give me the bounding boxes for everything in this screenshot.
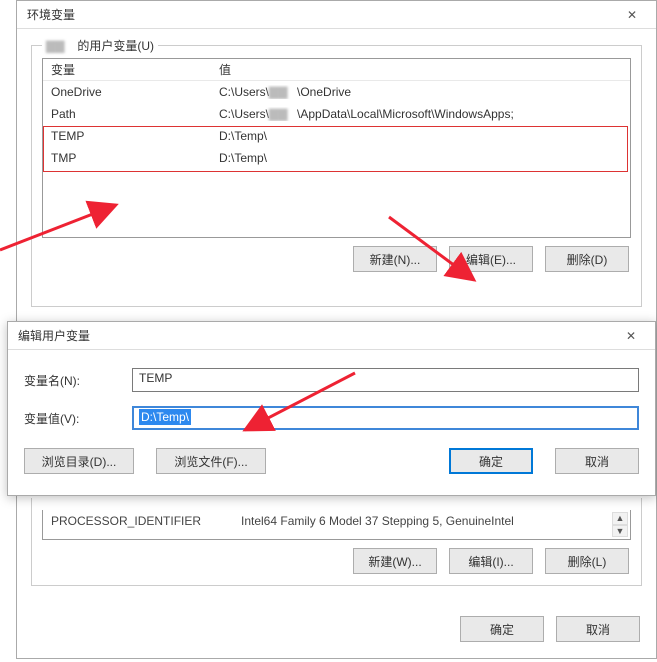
titlebar-main: 环境变量 ✕ [17, 1, 656, 29]
footer-buttons: 确定 取消 [460, 616, 640, 642]
cancel-button[interactable]: 取消 [556, 616, 640, 642]
value-label: 变量值(V): [24, 410, 132, 427]
delete-button[interactable]: 删除(D) [545, 246, 629, 272]
col-header-var[interactable]: 变量 [43, 61, 211, 78]
system-buttons-row: 新建(W)... 编辑(I)... 删除(L) [44, 548, 629, 574]
sys-delete-button[interactable]: 删除(L) [545, 548, 629, 574]
ok-button[interactable]: 确定 [460, 616, 544, 642]
var-value-input[interactable]: D:\Temp\ [132, 406, 639, 430]
titlebar-edit: 编辑用户变量 ✕ [8, 322, 655, 350]
table-row[interactable]: OneDrive C:\Users\▇▇\OneDrive [43, 81, 630, 103]
new-button[interactable]: 新建(N)... [353, 246, 437, 272]
browse-dir-button[interactable]: 浏览目录(D)... [24, 448, 134, 474]
col-header-val[interactable]: 值 [211, 61, 630, 78]
edit-body: 变量名(N): TEMP 变量值(V): D:\Temp\ 浏览目录(D)...… [8, 350, 655, 484]
system-vars-list[interactable]: PROCESSOR_IDENTIFIER Intel64 Family 6 Mo… [42, 510, 631, 540]
user-buttons-row: 新建(N)... 编辑(E)... 删除(D) [44, 246, 629, 272]
scroll-down-icon[interactable]: ▼ [612, 525, 628, 538]
close-icon[interactable]: ✕ [612, 4, 652, 26]
scroll-up-icon[interactable]: ▲ [612, 512, 628, 525]
user-vars-legend: ▇▇ 的用户变量(U) [42, 37, 158, 54]
edit-cancel-button[interactable]: 取消 [555, 448, 639, 474]
sys-new-button[interactable]: 新建(W)... [353, 548, 437, 574]
edit-var-dialog: 编辑用户变量 ✕ 变量名(N): TEMP 变量值(V): D:\Temp\ 浏… [7, 321, 656, 496]
table-row[interactable]: TEMP D:\Temp\ [43, 125, 630, 147]
edit-button[interactable]: 编辑(E)... [449, 246, 533, 272]
scrollbar[interactable]: ▲ ▼ [612, 512, 628, 537]
table-row[interactable]: Path C:\Users\▇▇\AppData\Local\Microsoft… [43, 103, 630, 125]
window-title: 环境变量 [27, 6, 75, 23]
edit-ok-button[interactable]: 确定 [449, 448, 533, 474]
user-vars-group: ▇▇ 的用户变量(U) 变量 值 OneDrive C:\Users\▇▇\On… [31, 45, 642, 307]
name-label: 变量名(N): [24, 372, 132, 389]
edit-title: 编辑用户变量 [18, 327, 90, 344]
browse-file-button[interactable]: 浏览文件(F)... [156, 448, 266, 474]
user-vars-list[interactable]: 变量 值 OneDrive C:\Users\▇▇\OneDrive Path … [42, 58, 631, 238]
system-vars-group: PROCESSOR_IDENTIFIER Intel64 Family 6 Mo… [31, 498, 642, 586]
list-header: 变量 值 [43, 59, 630, 81]
edit-close-icon[interactable]: ✕ [611, 325, 651, 347]
table-row[interactable]: TMP D:\Temp\ [43, 147, 630, 169]
var-name-input[interactable]: TEMP [132, 368, 639, 392]
sys-edit-button[interactable]: 编辑(I)... [449, 548, 533, 574]
table-row[interactable]: PROCESSOR_IDENTIFIER Intel64 Family 6 Mo… [43, 510, 630, 532]
blurred-username: ▇▇ [46, 39, 74, 53]
